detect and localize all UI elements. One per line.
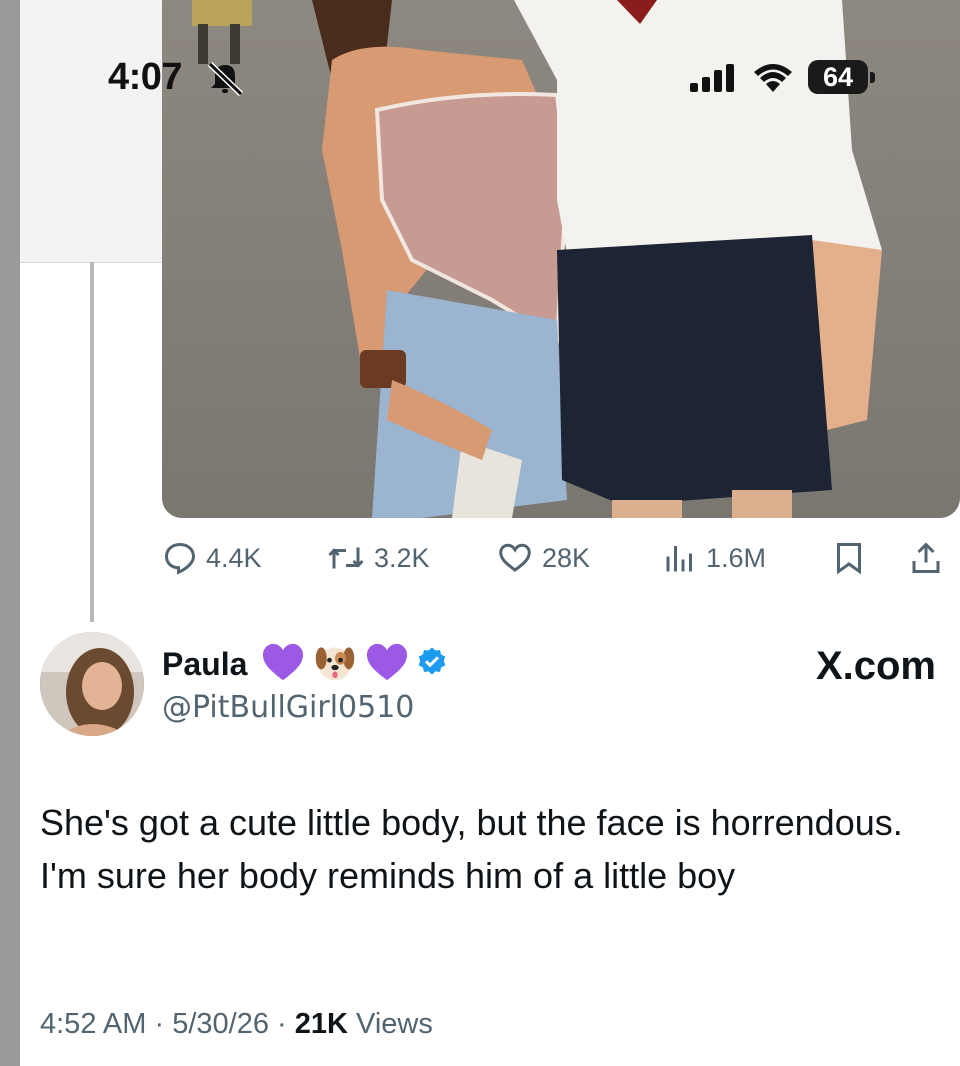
- previous-card-edge: [20, 0, 162, 263]
- battery-indicator: 64: [808, 60, 868, 94]
- battery-nub: [870, 72, 875, 83]
- views-count-footer: 21K: [294, 1008, 348, 1040]
- heart-outline-icon: [499, 543, 531, 572]
- post-meta: 4:52 AM · 5/30/26 · 21K Views: [40, 1008, 433, 1041]
- bell-slash-icon: [207, 61, 244, 96]
- avatar[interactable]: [40, 632, 144, 736]
- share-button[interactable]: [908, 536, 952, 580]
- repost-button[interactable]: 3.2K: [326, 536, 430, 580]
- speech-bubble-icon: [164, 542, 196, 575]
- repost-count: 3.2K: [374, 542, 430, 573]
- bookmark-icon: [837, 543, 861, 575]
- verified-badge-icon: [418, 647, 446, 675]
- views-label: Views: [356, 1008, 433, 1040]
- dog-face-icon: [315, 647, 355, 681]
- reply-count: 4.4K: [206, 542, 262, 573]
- signal-bars-icon: [690, 64, 734, 92]
- author-handle[interactable]: @PitBullGirl0510: [162, 690, 414, 725]
- left-edge: [0, 0, 20, 1066]
- bar-chart-icon: [666, 546, 692, 572]
- reply-text: She's got a cute little body, but the fa…: [40, 802, 903, 896]
- author-name[interactable]: Paula: [162, 646, 247, 683]
- name-emojis: [260, 640, 448, 684]
- meta-separator: ·: [154, 1008, 165, 1040]
- views-button[interactable]: 1.6M: [662, 536, 766, 580]
- repost-arrows-icon: [328, 547, 364, 569]
- post-time[interactable]: 4:52 AM: [40, 1008, 146, 1040]
- wifi-icon: [754, 64, 792, 92]
- status-time: 4:07: [108, 56, 183, 98]
- avatar-image: [40, 632, 144, 736]
- views-count: 1.6M: [706, 542, 767, 573]
- thread-line: [90, 262, 94, 622]
- purple-heart-icon: [263, 643, 303, 681]
- bookmark-button[interactable]: [832, 536, 874, 580]
- share-upload-icon: [912, 542, 940, 573]
- purple-heart-icon: [367, 643, 407, 681]
- post-date[interactable]: 5/30/26: [172, 1008, 269, 1040]
- reply-button[interactable]: 4.4K: [162, 536, 262, 580]
- meta-separator: ·: [277, 1008, 287, 1040]
- like-count: 28K: [542, 542, 591, 573]
- screenshot: 4:07 64 4.4K 3.2K 28K 1.6M Paula @PitBul…: [0, 0, 960, 1066]
- source-label: X.com: [815, 644, 936, 688]
- like-button[interactable]: 28K: [496, 536, 590, 580]
